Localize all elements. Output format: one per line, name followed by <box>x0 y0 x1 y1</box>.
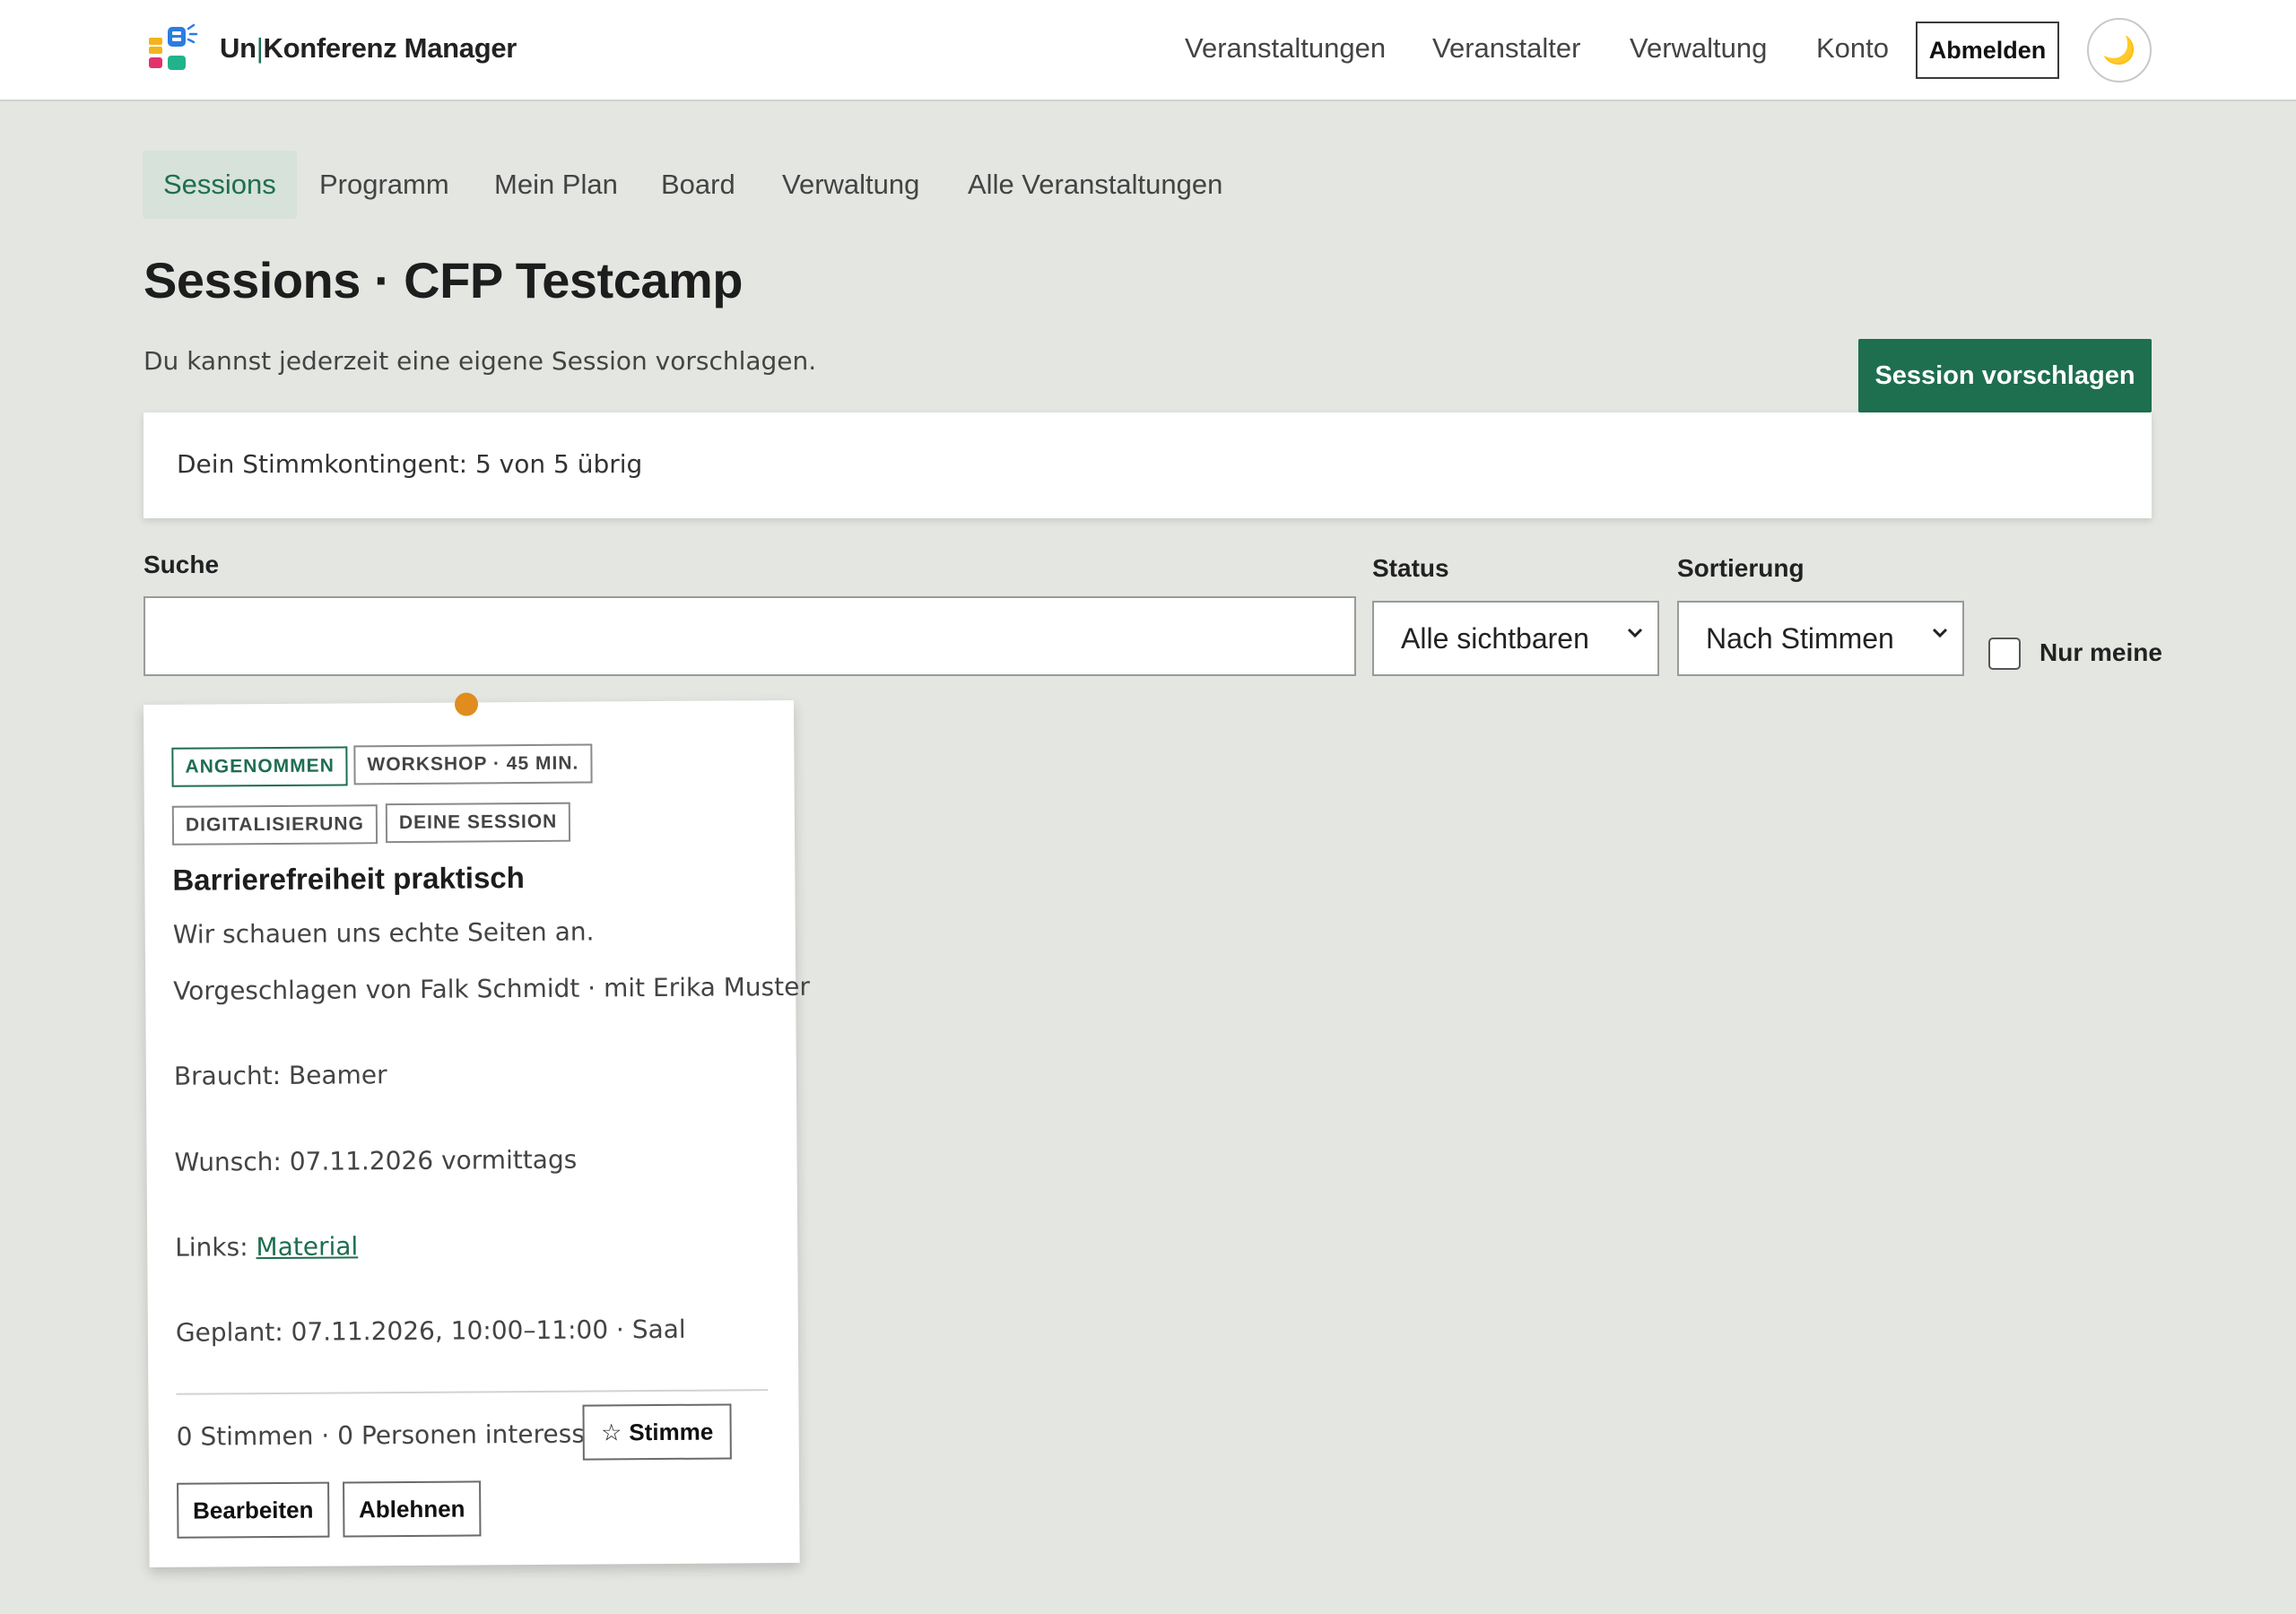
brand-name[interactable]: Un|Konferenz Manager <box>220 32 517 65</box>
brand-title: Konferenz Manager <box>263 32 517 64</box>
vote-button-label: Stimme <box>629 1418 714 1445</box>
material-link[interactable]: Material <box>256 1231 358 1262</box>
chevron-down-icon <box>1627 628 1643 638</box>
tab-sessions[interactable]: Sessions <box>143 151 297 219</box>
tab-verwaltung[interactable]: Verwaltung <box>782 151 919 219</box>
nav-link-veranstaltungen[interactable]: Veranstaltungen <box>1185 32 1386 65</box>
intro-text: Du kannst jederzeit eine eigene Session … <box>144 346 817 376</box>
tab-mein-plan[interactable]: Mein Plan <box>494 151 618 219</box>
vote-quota-text: Dein Stimmkontingent: 5 von 5 übrig <box>177 449 643 479</box>
sort-select[interactable]: Nach Stimmen <box>1677 601 1964 676</box>
pin-icon <box>454 692 479 716</box>
logout-button[interactable]: Abmelden <box>1916 22 2059 79</box>
brand-prefix: Un <box>220 32 257 64</box>
app-logo-icon[interactable] <box>146 23 205 77</box>
session-card: ANGENOMMEN WORKSHOP · 45 MIN. DIGITALISI… <box>144 692 810 1567</box>
reject-button[interactable]: Ablehnen <box>343 1480 482 1538</box>
sort-select-value: Nach Stimmen <box>1706 621 1894 655</box>
theme-toggle-moon-icon[interactable]: 🌙 <box>2087 18 2152 82</box>
search-input[interactable] <box>144 596 1356 676</box>
status-label: Status <box>1372 554 1449 582</box>
session-planned: Geplant: 07.11.2026, 10:00–11:00 · Saal <box>175 1314 686 1348</box>
session-needs: Braucht: Beamer <box>173 1060 387 1091</box>
session-title: Barrierefreiheit praktisch <box>172 861 525 897</box>
session-proposer: Vorgeschlagen von Falk Schmidt · mit Eri… <box>173 971 811 1006</box>
top-navbar: Un|Konferenz Manager Veranstaltungen Ver… <box>0 0 2296 101</box>
star-icon: ☆ <box>600 1418 622 1445</box>
propose-session-button[interactable]: Session vorschlagen <box>1858 339 2152 412</box>
session-links: Links: Material <box>175 1231 358 1262</box>
vote-button[interactable]: ☆ Stimme <box>582 1403 732 1461</box>
edit-button[interactable]: Bearbeiten <box>177 1481 330 1539</box>
topic-badge: DIGITALISIERUNG <box>171 804 378 846</box>
status-select-value: Alle sichtbaren <box>1401 621 1589 655</box>
nav-link-verwaltung[interactable]: Verwaltung <box>1630 32 1767 65</box>
session-stats: 0 Stimmen · 0 Personen interessiert <box>176 1419 628 1452</box>
session-wish: Wunsch: 07.11.2026 vormittags <box>174 1144 578 1177</box>
chevron-down-icon <box>1932 628 1948 638</box>
page-title: Sessions · CFP Testcamp <box>144 252 744 308</box>
nav-link-konto[interactable]: Konto <box>1816 32 1889 65</box>
status-badge: ANGENOMMEN <box>171 746 348 787</box>
links-prefix: Links: <box>175 1232 257 1263</box>
nav-link-veranstalter[interactable]: Veranstalter <box>1432 32 1580 65</box>
only-mine-label[interactable]: Nur meine <box>2039 638 2162 667</box>
brand-separator: | <box>256 32 264 64</box>
tab-programm[interactable]: Programm <box>319 151 449 219</box>
vote-quota-panel: Dein Stimmkontingent: 5 von 5 übrig <box>144 412 2152 518</box>
card-divider <box>176 1389 769 1395</box>
session-description: Wir schauen uns echte Seiten an. <box>172 916 595 950</box>
sort-label: Sortierung <box>1677 554 1805 582</box>
search-label: Suche <box>144 551 220 578</box>
tab-alle-veranstaltungen[interactable]: Alle Veranstaltungen <box>968 151 1222 219</box>
own-session-badge: DEINE SESSION <box>385 802 571 844</box>
status-select[interactable]: Alle sichtbaren <box>1372 601 1659 676</box>
tab-board[interactable]: Board <box>661 151 735 219</box>
only-mine-checkbox[interactable] <box>1988 638 2021 670</box>
format-badge: WORKSHOP · 45 MIN. <box>353 743 593 785</box>
